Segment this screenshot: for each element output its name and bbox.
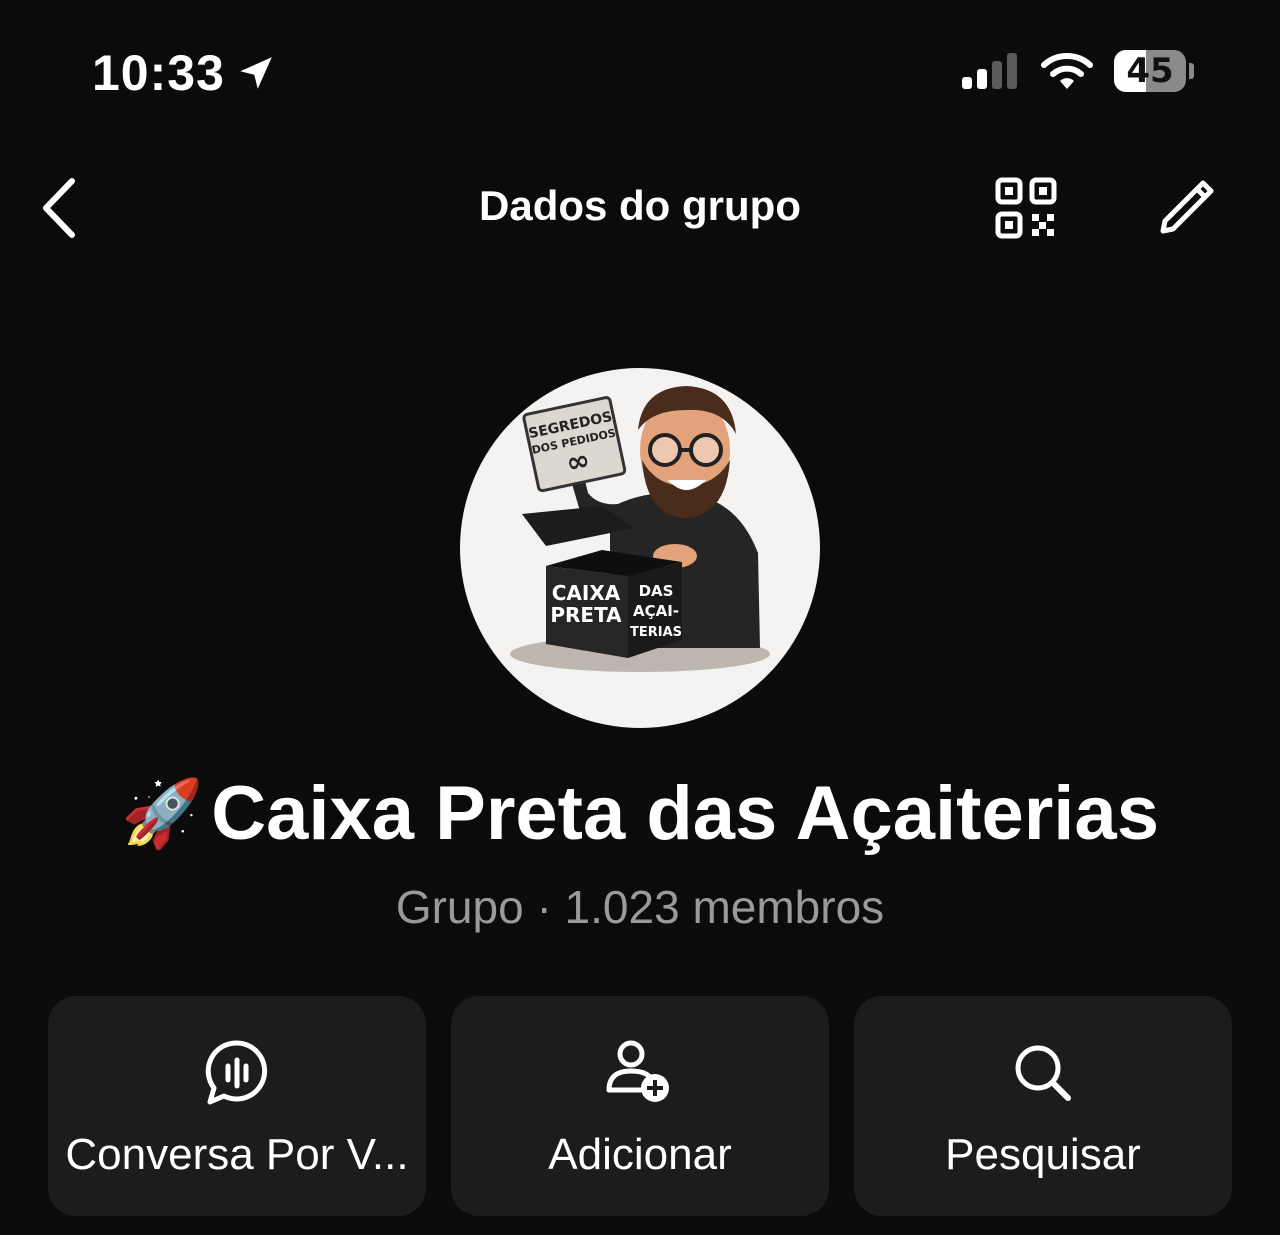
group-name: 🚀 Caixa Preta das Açaiterias <box>0 770 1280 857</box>
edit-button[interactable] <box>1150 172 1222 244</box>
qr-code-button[interactable] <box>990 172 1062 244</box>
battery-indicator: 45 <box>1114 50 1186 92</box>
location-arrow-icon <box>240 57 272 89</box>
add-member-label: Adicionar <box>548 1130 732 1179</box>
search-icon <box>1015 1045 1071 1101</box>
voice-chat-icon <box>205 1040 268 1105</box>
pencil-icon <box>1160 180 1214 234</box>
search-label: Pesquisar <box>945 1130 1141 1179</box>
box-side-line2: AÇAI- <box>633 602 679 620</box>
add-member-button[interactable]: Adicionar <box>451 996 829 1216</box>
rocket-emoji-icon: 🚀 <box>121 775 204 850</box>
group-avatar[interactable]: SEGREDOS DOS PEDIDOS ∞ CAIXA PRETA DAS A… <box>460 368 820 728</box>
box-front-line1: CAIXA <box>552 581 621 605</box>
status-bar: 10:33 45 <box>0 0 1280 140</box>
cellular-signal-icon <box>962 53 1017 89</box>
add-person-icon <box>606 1040 669 1102</box>
time-label: 10:33 <box>92 45 225 101</box>
group-member-count: Grupo · 1.023 membros <box>395 881 885 933</box>
action-buttons: Conversa Por V... Adicionar Pesquisar <box>48 996 1232 1216</box>
nav-header: Dados do grupo <box>0 150 1280 270</box>
box-front-line2: PRETA <box>550 603 622 627</box>
battery-tip <box>1189 63 1194 79</box>
wifi-icon <box>1041 53 1093 89</box>
search-button[interactable]: Pesquisar <box>854 996 1232 1216</box>
group-avatar-illustration: SEGREDOS DOS PEDIDOS ∞ CAIXA PRETA DAS A… <box>510 386 770 672</box>
box-side-line3: TERIAS <box>630 625 682 640</box>
group-name-text: Caixa Preta das Açaiterias <box>211 771 1159 856</box>
voice-chat-button[interactable]: Conversa Por V... <box>48 996 426 1216</box>
battery-percent: 45 <box>1126 51 1174 91</box>
box-side-line1: DAS <box>639 582 674 600</box>
qr-code-icon <box>995 177 1057 239</box>
status-time: 10:33 <box>92 44 277 102</box>
status-indicators: 45 <box>960 50 1194 92</box>
voice-chat-label: Conversa Por V... <box>65 1130 409 1179</box>
page-title: Dados do grupo <box>479 182 801 229</box>
